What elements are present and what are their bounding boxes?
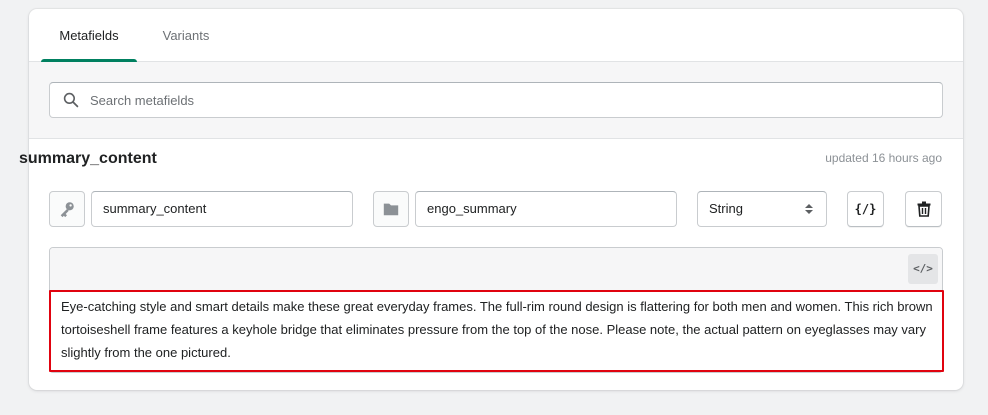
folder-icon-tile: [373, 191, 409, 227]
search-input[interactable]: [90, 83, 930, 117]
code-icon: </>: [913, 262, 933, 275]
metafield-value-text[interactable]: Eye-catching style and smart details mak…: [61, 295, 937, 364]
key-icon-tile: [49, 191, 85, 227]
search-box[interactable]: [49, 82, 943, 118]
delete-button[interactable]: [905, 191, 942, 227]
key-field[interactable]: summary_content: [91, 191, 353, 227]
editor-toolbar: </>: [50, 248, 942, 291]
namespace-field[interactable]: engo_summary: [415, 191, 677, 227]
type-select-value: String: [709, 201, 743, 216]
folder-icon: [383, 203, 399, 216]
type-select[interactable]: String: [697, 191, 827, 227]
code-view-button[interactable]: </>: [908, 254, 938, 284]
trash-icon: [917, 201, 931, 217]
search-section: [29, 62, 963, 139]
select-arrows-icon: [805, 204, 813, 214]
json-view-button[interactable]: {/}: [847, 191, 884, 227]
tab-variants[interactable]: Variants: [149, 9, 223, 62]
search-icon: [63, 92, 79, 108]
json-view-label: {/}: [854, 202, 877, 216]
metafield-updated-time: updated 16 hours ago: [825, 151, 942, 165]
tab-metafields[interactable]: Metafields: [41, 9, 137, 62]
tab-bar: Metafields Variants: [29, 9, 963, 62]
metafield-title: summary_content: [19, 150, 157, 167]
key-icon: [60, 202, 74, 218]
